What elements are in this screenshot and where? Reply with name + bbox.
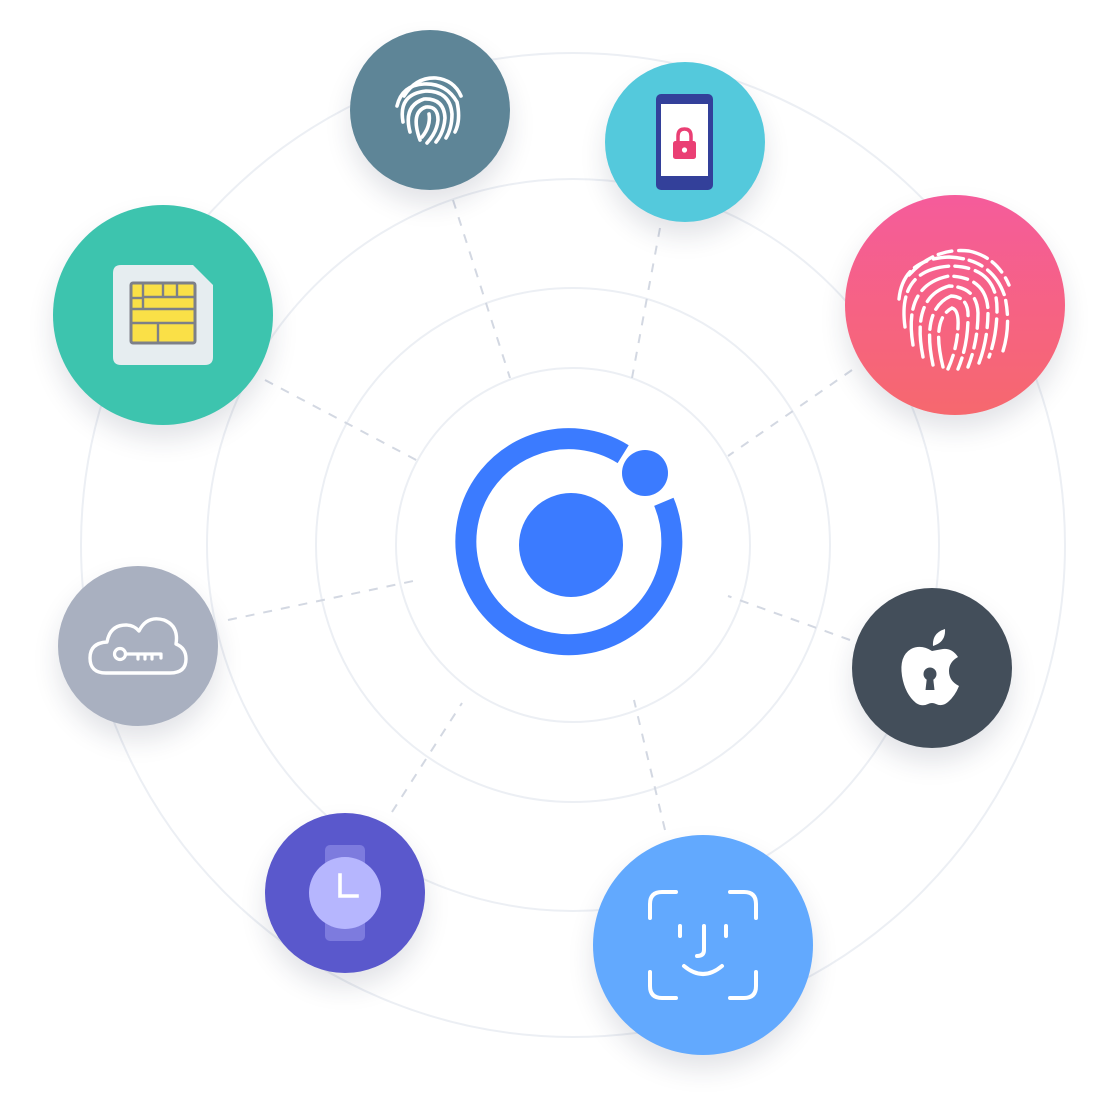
watch-node[interactable]: [265, 813, 425, 973]
connector-fingerprint-pink: [727, 369, 853, 457]
cloud-key-node[interactable]: [58, 566, 218, 726]
fingerprint-auth-node[interactable]: [350, 30, 510, 190]
sim-card-icon: [113, 265, 213, 365]
fingerprint-icon: [897, 248, 1011, 371]
connector-cloud-key: [227, 579, 419, 621]
watch-icon: [309, 845, 381, 941]
hub-logo-graphic: [455, 428, 683, 656]
connector-fingerprint-top: [452, 199, 511, 379]
face-id-node[interactable]: [593, 835, 813, 1055]
apple-lock-icon: [901, 629, 959, 706]
auth-methods-diagram: [0, 0, 1120, 1120]
ionic-logo-icon[interactable]: [455, 428, 687, 660]
apple-keychain-node[interactable]: [852, 588, 1012, 748]
connector-face-id: [633, 699, 666, 831]
connector-phone-lock: [631, 227, 661, 379]
face-id-icon: [648, 890, 758, 1000]
connector-sim-card: [264, 379, 421, 463]
connector-apple-keychain: [727, 595, 851, 641]
phone-lock-icon: [656, 94, 713, 190]
fingerprint-icon: [395, 76, 463, 145]
phone-lock-node[interactable]: [605, 62, 765, 222]
fingerprint-scanner-node[interactable]: [845, 195, 1065, 415]
sim-card-node[interactable]: [53, 205, 273, 425]
cloud-key-icon: [88, 617, 188, 675]
